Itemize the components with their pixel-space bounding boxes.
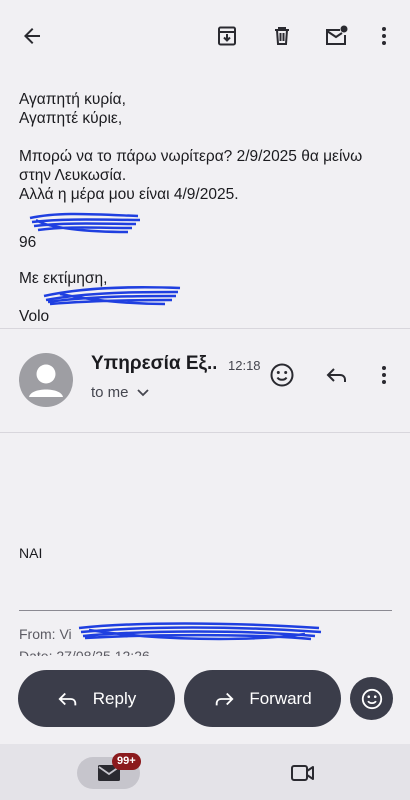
mark-unread-button[interactable] [316,16,356,56]
react-emoji-button[interactable] [262,355,302,395]
reply-icon-button[interactable] [317,355,357,395]
quote-separator [19,610,392,611]
arrow-back-icon [24,28,40,44]
greeting-line: Αγαπητέ κύριε, [19,110,123,127]
mark-unread-icon [326,25,348,45]
redaction-scribble [78,622,322,641]
recipient-label: to me [91,384,129,401]
video-camera-icon [291,765,314,781]
redaction-scribble [43,286,181,306]
add-reaction-icon [361,688,382,709]
more-options-button[interactable] [364,16,404,56]
more-vert-icon [382,366,386,384]
redaction-scribble [29,212,141,234]
message-line: Αλλά η μέρα μου είναι 4/9/2025. [19,186,239,203]
top-app-bar [0,0,410,72]
meet-tab[interactable] [283,757,323,789]
delete-button[interactable] [262,16,302,56]
forward-label: Forward [249,688,312,708]
add-reaction-icon [270,363,294,387]
trash-icon [275,27,289,45]
action-bar: Reply Forward [0,656,410,744]
message-body: ΝΑΙ [19,545,43,561]
bottom-navigation: 99+ [0,744,410,800]
back-button[interactable] [12,16,52,56]
quoted-from: From: Vi [19,626,72,642]
message-header[interactable]: Υπηρεσία Εξ... 12:18 to me [0,330,410,430]
archive-button[interactable] [207,16,247,56]
more-vert-icon [382,27,386,45]
message-more-button[interactable] [364,355,404,395]
chevron-down-icon [136,388,149,396]
recipient-details-toggle[interactable]: to me [91,384,149,401]
archive-icon [218,26,236,46]
message-line: Μπορώ να το πάρω νωρίτερα? 2/9/2025 θα μ… [19,148,363,165]
reply-label: Reply [92,688,137,708]
message-line: στην Λευκωσία. [19,167,127,184]
reply-icon [326,368,346,382]
signature-line: Volo [19,308,50,325]
greeting-line: Αγαπητή κυρία, [19,91,126,108]
person-icon [29,364,63,397]
reply-button[interactable]: Reply [18,670,175,727]
sender-name: Υπηρεσία Εξ... [91,353,216,374]
avatar[interactable] [19,353,73,407]
divider [0,328,410,329]
message-time: 12:18 [228,358,261,373]
unread-count-badge: 99+ [112,753,141,770]
emoji-reaction-button[interactable] [350,677,393,720]
forward-icon [216,692,234,705]
reply-icon [58,692,77,705]
forward-button[interactable]: Forward [184,670,341,727]
quoted-date: Date: 27/08/25 12:26 [19,648,150,656]
divider [0,432,410,433]
